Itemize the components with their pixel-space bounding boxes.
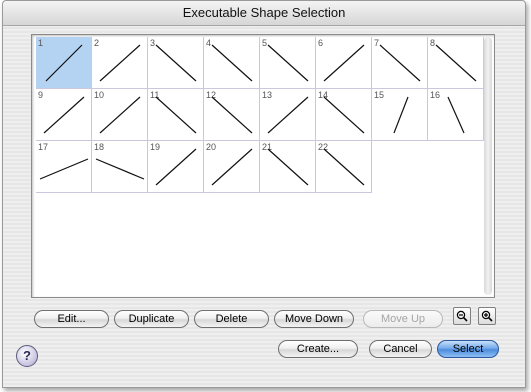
zoom-out-button[interactable] xyxy=(453,307,471,325)
shape-cell[interactable]: 5 xyxy=(260,37,316,89)
shape-line xyxy=(323,96,365,134)
shape-grid-cells: 1 2 3 4 5 6 7 8 9 10 11 12 13 14 15 16 17 18 19 20 21 22 xyxy=(36,37,484,295)
shape-preview xyxy=(323,44,365,82)
shape-line xyxy=(379,44,421,82)
move-down-button[interactable]: Move Down xyxy=(274,310,354,328)
shape-preview xyxy=(45,44,83,82)
shape-line xyxy=(95,158,145,180)
shape-cell[interactable]: 16 xyxy=(428,89,484,141)
shape-line xyxy=(99,96,141,134)
shape-cell[interactable]: 1 xyxy=(36,37,92,89)
shape-cell[interactable]: 17 xyxy=(36,141,92,193)
shape-preview xyxy=(155,44,197,82)
shape-cell[interactable]: 9 xyxy=(36,89,92,141)
shape-cell[interactable]: 10 xyxy=(92,89,148,141)
shape-cell[interactable]: 8 xyxy=(428,37,484,89)
shape-line xyxy=(39,158,89,180)
shape-cell[interactable]: 4 xyxy=(204,37,260,89)
shape-cell[interactable]: 3 xyxy=(148,37,204,89)
shape-cell[interactable]: 13 xyxy=(260,89,316,141)
shape-line xyxy=(447,96,465,134)
shape-grid: 1 2 3 4 5 6 7 8 9 10 11 12 13 14 15 16 17 18 19 20 21 22 xyxy=(31,34,495,298)
create-button[interactable]: Create... xyxy=(278,340,358,358)
shape-preview xyxy=(99,44,141,82)
move-up-button[interactable]: Move Up xyxy=(363,310,443,328)
shape-line xyxy=(393,96,409,134)
shape-line xyxy=(99,44,141,82)
shape-cell[interactable]: 19 xyxy=(148,141,204,193)
edit-button[interactable]: Edit... xyxy=(34,310,109,328)
shape-line xyxy=(155,148,197,186)
shape-cell[interactable]: 20 xyxy=(204,141,260,193)
shape-preview xyxy=(211,148,253,186)
shape-cell[interactable]: 2 xyxy=(92,37,148,89)
shape-preview xyxy=(267,96,309,134)
shape-cell[interactable]: 11 xyxy=(148,89,204,141)
shape-line xyxy=(155,44,197,82)
help-button[interactable]: ? xyxy=(16,345,38,367)
shape-line xyxy=(211,44,253,82)
shape-line xyxy=(435,44,477,82)
shape-line xyxy=(267,44,309,82)
duplicate-button[interactable]: Duplicate xyxy=(114,310,189,328)
zoom-out-icon xyxy=(456,310,468,322)
shape-preview xyxy=(155,148,197,186)
shape-cell[interactable]: 21 xyxy=(260,141,316,193)
shape-line xyxy=(323,148,365,186)
select-button[interactable]: Select xyxy=(437,340,499,358)
shape-preview xyxy=(323,148,365,186)
shape-preview xyxy=(267,44,309,82)
cancel-button[interactable]: Cancel xyxy=(369,340,432,358)
vertical-scrollbar[interactable] xyxy=(484,37,492,295)
shape-cell[interactable]: 14 xyxy=(316,89,372,141)
shape-preview xyxy=(435,44,477,82)
shape-preview xyxy=(211,96,253,134)
zoom-in-icon xyxy=(481,310,493,322)
shape-preview xyxy=(393,96,409,134)
shape-preview xyxy=(447,96,465,134)
shape-preview xyxy=(99,96,141,134)
shape-cell[interactable]: 6 xyxy=(316,37,372,89)
shape-cell[interactable]: 15 xyxy=(372,89,428,141)
shape-preview xyxy=(379,44,421,82)
shape-line xyxy=(267,148,309,186)
shape-line xyxy=(43,96,85,134)
shape-line xyxy=(323,44,365,82)
dialog-window: Executable Shape Selection 1 2 3 4 5 6 7 8 9 10 11… xyxy=(2,0,526,388)
shape-cell[interactable]: 12 xyxy=(204,89,260,141)
shape-cell[interactable]: 7 xyxy=(372,37,428,89)
window-title: Executable Shape Selection xyxy=(3,1,525,26)
shape-preview xyxy=(155,96,197,134)
shape-line xyxy=(267,96,309,134)
shape-line xyxy=(211,96,253,134)
shape-preview xyxy=(323,96,365,134)
shape-preview xyxy=(39,158,89,180)
shape-preview xyxy=(95,158,145,180)
shape-preview xyxy=(267,148,309,186)
shape-preview xyxy=(211,44,253,82)
delete-button[interactable]: Delete xyxy=(194,310,269,328)
zoom-in-button[interactable] xyxy=(478,307,496,325)
shape-cell[interactable]: 18 xyxy=(92,141,148,193)
shape-preview xyxy=(43,96,85,134)
shape-line xyxy=(211,148,253,186)
shape-line xyxy=(45,44,83,82)
shape-line xyxy=(155,96,197,134)
shape-cell[interactable]: 22 xyxy=(316,141,372,193)
